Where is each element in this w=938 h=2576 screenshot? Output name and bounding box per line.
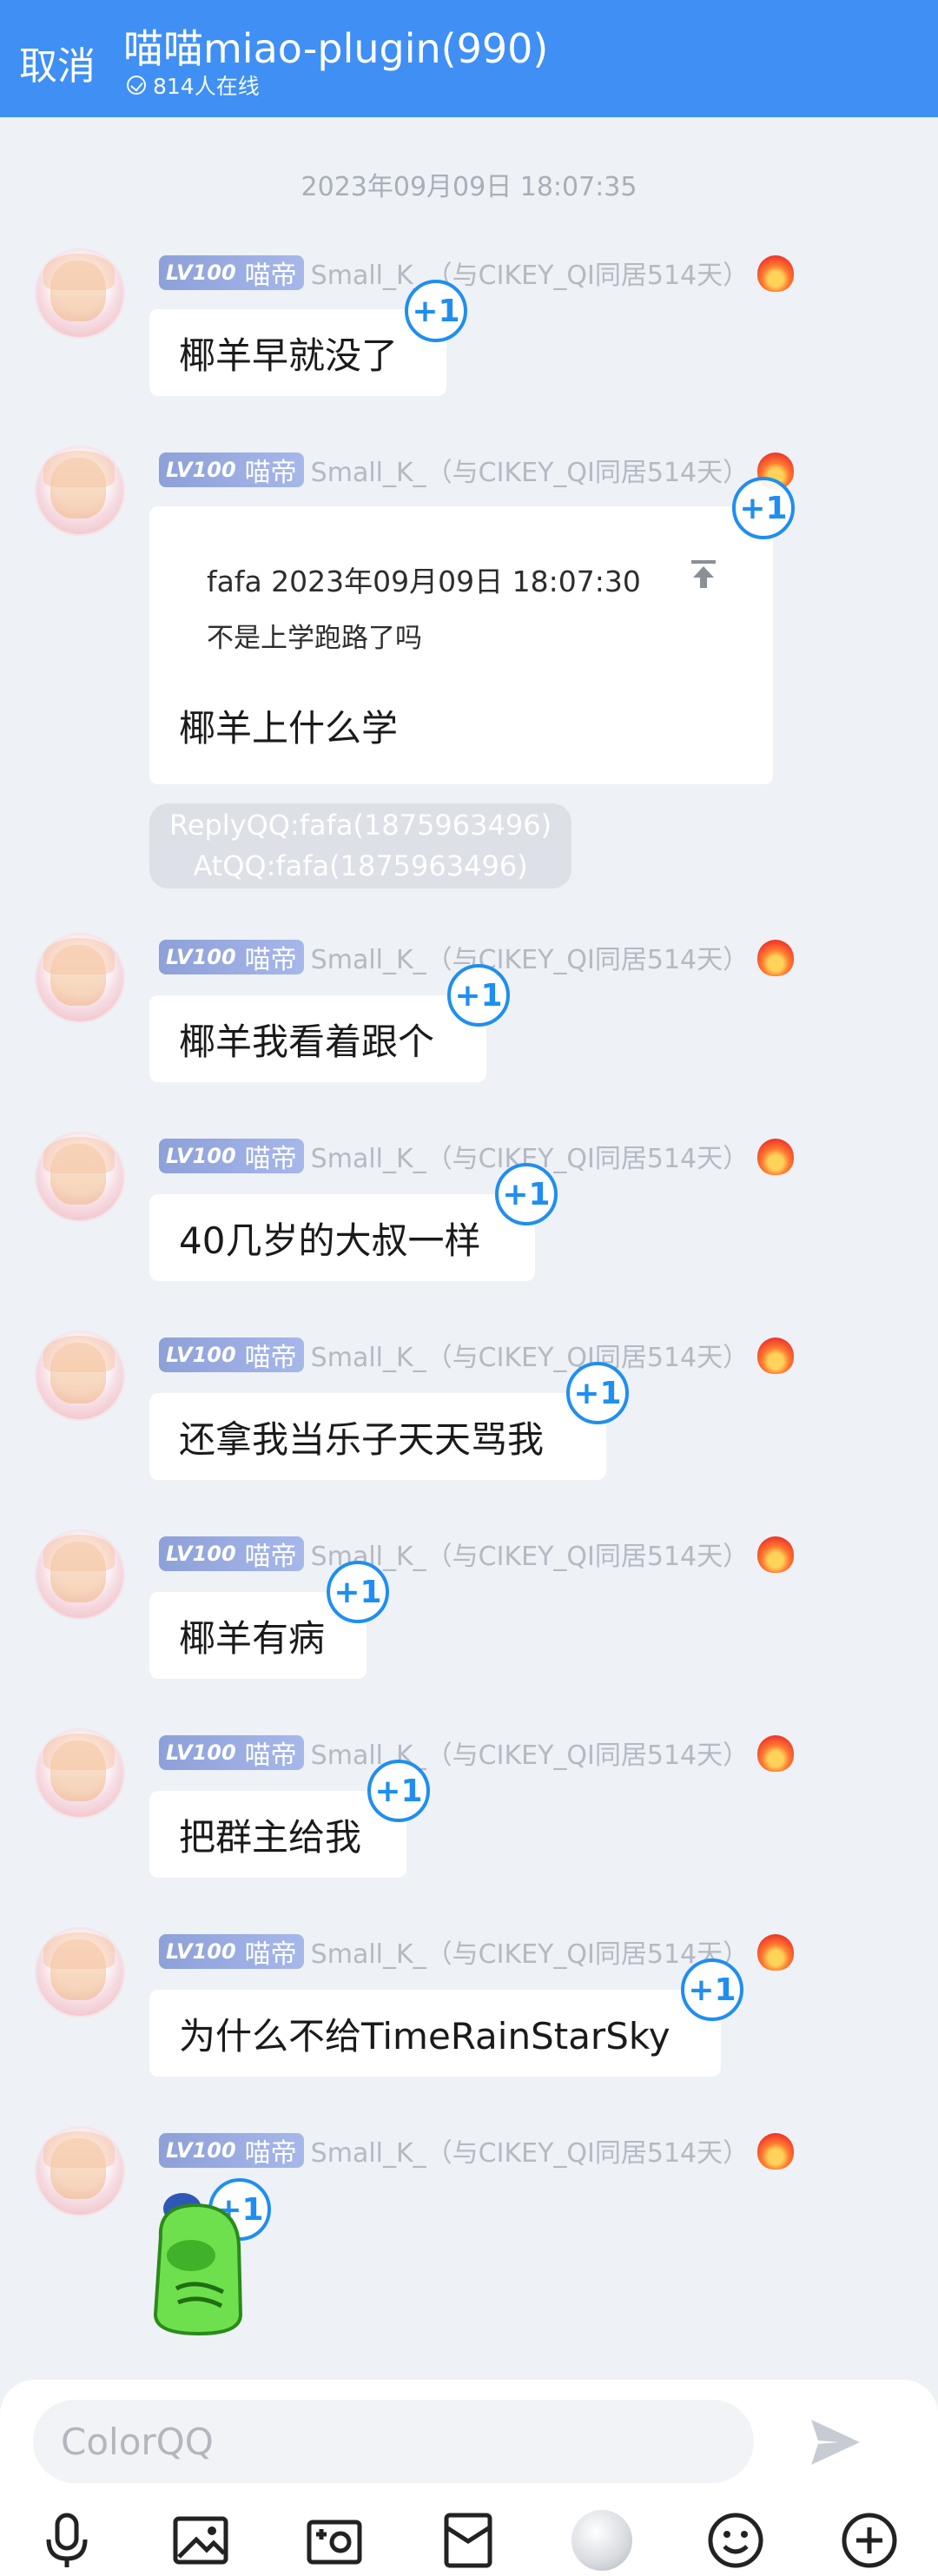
level-badge: LV100 喵帝 — [159, 1934, 304, 1970]
message-text: 把群主给我 — [179, 1815, 362, 1859]
message-bubble[interactable]: 还拿我当乐子天天骂我 — [149, 1393, 606, 1480]
level-badge: LV100 喵帝 — [159, 452, 304, 488]
sender-name[interactable]: Small_K_（与CIKEY_QI同居514天） — [311, 1932, 749, 1971]
level-badge: LV100 喵帝 — [159, 1735, 304, 1771]
mic-icon[interactable] — [36, 2510, 97, 2571]
sender-line: LV100 喵帝 Small_K_（与CIKEY_QI同居514天） — [159, 1734, 749, 1772]
sender-line: LV100 喵帝 Small_K_（与CIKEY_QI同居514天） — [159, 1932, 749, 1971]
quoted-header[interactable]: fafa 2023年09月09日 18:07:30 — [207, 558, 641, 600]
flame-icon — [757, 1735, 794, 1772]
avatar[interactable] — [35, 1927, 125, 2018]
green-blob-sticker[interactable] — [143, 2184, 256, 2341]
avatar[interactable] — [35, 1132, 125, 1222]
sender-name[interactable]: Small_K_（与CIKEY_QI同居514天） — [311, 1336, 749, 1374]
at-qq-text: AtQQ:fafa(1875963496) — [193, 849, 528, 882]
plus-one-button[interactable]: +1 — [327, 1561, 389, 1623]
level-badge: LV100 喵帝 — [159, 1536, 304, 1572]
plus-one-button[interactable]: +1 — [447, 964, 510, 1027]
level-badge: LV100 喵帝 — [159, 2133, 304, 2169]
flame-icon — [757, 255, 794, 292]
plus-one-button[interactable]: +1 — [566, 1362, 629, 1424]
sender-line: LV100 喵帝 Small_K_（与CIKEY_QI同居514天） — [159, 938, 749, 976]
sender-line: LV100 喵帝 Small_K_（与CIKEY_QI同居514天） — [159, 1336, 749, 1374]
system-message: ReplyQQ:fafa(1875963496) AtQQ:fafa(18759… — [149, 803, 571, 888]
message-text: 椰羊有病 — [179, 1616, 326, 1660]
input-placeholder: ColorQQ — [61, 2420, 214, 2463]
flame-icon — [757, 1536, 794, 1573]
check-circle-icon — [127, 76, 146, 95]
avatar[interactable] — [35, 1331, 125, 1421]
message-bubble[interactable]: 椰羊早就没了 — [149, 309, 446, 396]
flame-icon — [757, 940, 794, 976]
quoted-text: 不是上学跑路了吗 — [207, 623, 422, 654]
sender-name[interactable]: Small_K_（与CIKEY_QI同居514天） — [311, 451, 749, 489]
message-bubble[interactable]: 40几岁的大叔一样 — [149, 1194, 535, 1281]
camera-icon[interactable] — [304, 2510, 365, 2571]
message-text: 椰羊上什么学 — [179, 707, 399, 750]
red-packet-icon[interactable] — [438, 2510, 499, 2571]
reply-bubble[interactable]: fafa 2023年09月09日 18:07:30 不是上学跑路了吗 椰羊上什么… — [149, 506, 773, 784]
avatar[interactable] — [35, 446, 125, 536]
sender-name[interactable]: Small_K_（与CIKEY_QI同居514天） — [311, 2131, 749, 2170]
online-count: 814人在线 — [127, 69, 260, 101]
plus-one-button[interactable]: +1 — [681, 1958, 743, 2021]
online-count-label: 814人在线 — [153, 74, 260, 99]
message-text: 椰羊我看着跟个 — [179, 1020, 435, 1063]
message-text: 椰羊早就没了 — [179, 334, 399, 377]
image-icon[interactable] — [170, 2510, 231, 2571]
cancel-button[interactable]: 取消 — [19, 35, 96, 90]
message-text: 40几岁的大叔一样 — [179, 1219, 481, 1262]
sender-line: LV100 喵帝 Small_K_（与CIKEY_QI同居514天） — [159, 451, 749, 489]
sender-name[interactable]: Small_K_（与CIKEY_QI同居514天） — [311, 254, 749, 292]
flame-icon — [757, 2133, 794, 2170]
level-badge: LV100 喵帝 — [159, 1139, 304, 1174]
sender-line: LV100 喵帝 Small_K_（与CIKEY_QI同居514天） — [159, 1137, 749, 1175]
sender-line: LV100 喵帝 Small_K_（与CIKEY_QI同居514天） — [159, 1535, 749, 1573]
plus-one-button[interactable]: +1 — [732, 477, 795, 539]
sticker-icon[interactable] — [571, 2510, 632, 2571]
message-text: 为什么不给TimeRainStarSky — [179, 2014, 670, 2057]
message-bubble[interactable]: 椰羊我看着跟个 — [149, 995, 486, 1082]
avatar[interactable] — [35, 933, 125, 1023]
group-title[interactable]: 喵喵miao-plugin(990) — [123, 17, 548, 75]
flame-icon — [757, 1934, 794, 1971]
plus-one-button[interactable]: +1 — [405, 280, 467, 342]
plus-icon[interactable] — [839, 2510, 900, 2571]
level-badge: LV100 喵帝 — [159, 1338, 304, 1373]
message-bubble[interactable]: 为什么不给TimeRainStarSky — [149, 1990, 721, 2077]
composer-panel: ColorQQ — [0, 2380, 938, 2576]
message-bubble[interactable]: 把群主给我 — [149, 1791, 406, 1878]
sender-name[interactable]: Small_K_（与CIKEY_QI同居514天） — [311, 938, 749, 976]
reply-qq-text: ReplyQQ:fafa(1875963496) — [168, 809, 552, 842]
avatar[interactable] — [35, 1529, 125, 1620]
sender-line: LV100 喵帝 Small_K_（与CIKEY_QI同居514天） — [159, 2131, 749, 2170]
emoji-icon[interactable] — [705, 2510, 766, 2571]
message-timestamp: 2023年09月09日 18:07:35 — [301, 172, 637, 202]
sender-name[interactable]: Small_K_（与CIKEY_QI同居514天） — [311, 1734, 749, 1772]
level-badge: LV100 喵帝 — [159, 255, 304, 291]
message-input[interactable]: ColorQQ — [33, 2400, 754, 2483]
flame-icon — [757, 1338, 794, 1374]
message-text: 还拿我当乐子天天骂我 — [179, 1417, 545, 1461]
level-badge: LV100 喵帝 — [159, 940, 304, 975]
plus-one-button[interactable]: +1 — [495, 1163, 558, 1225]
flame-icon — [757, 1139, 794, 1175]
chat-header: 取消 喵喵miao-plugin(990) 814人在线 — [0, 0, 938, 117]
plus-one-button[interactable]: +1 — [367, 1760, 430, 1822]
pin-top-icon[interactable] — [686, 557, 721, 591]
avatar[interactable] — [35, 2126, 125, 2216]
send-icon[interactable] — [806, 2413, 865, 2472]
avatar[interactable] — [35, 1728, 125, 1819]
avatar[interactable] — [35, 248, 125, 339]
